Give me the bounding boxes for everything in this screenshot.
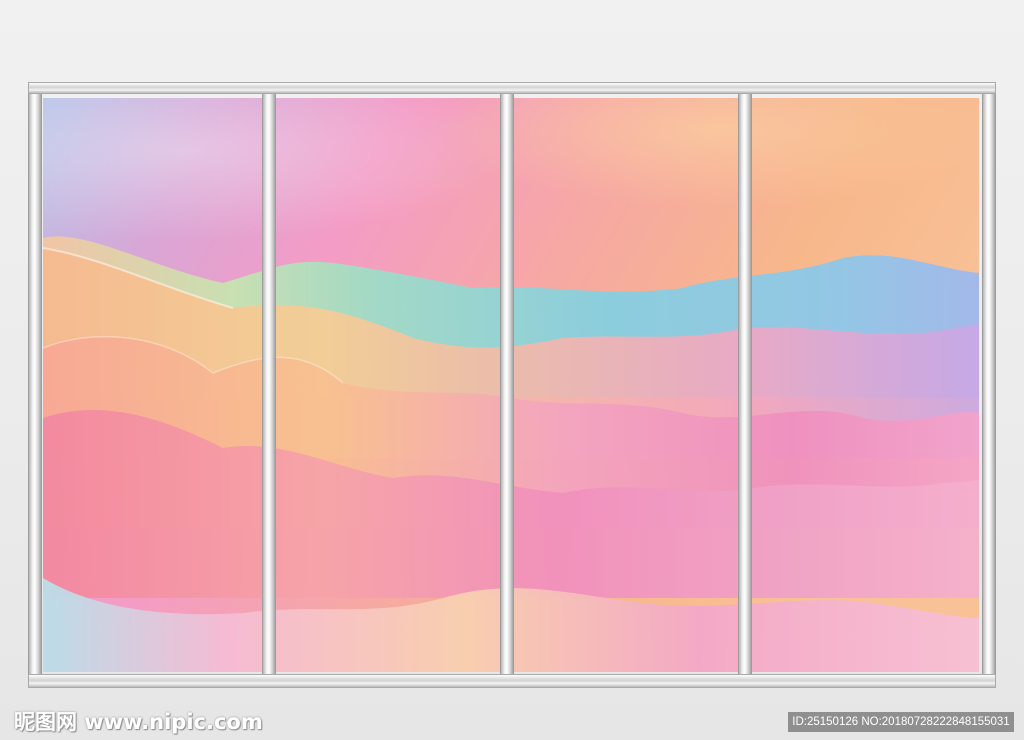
frame-post-2: [262, 94, 276, 674]
frame-post-5: [982, 94, 996, 674]
window-frame: [28, 82, 996, 688]
frame-post-4: [738, 94, 752, 674]
frame-top-rail: [28, 82, 996, 94]
frame-post-3: [500, 94, 514, 674]
nipic-watermark: 昵图网 www.nipic.com: [14, 710, 263, 734]
frame-bottom-rail: [28, 674, 996, 688]
image-id-label: ID:25150126 NO:20180728222848155031: [788, 712, 1014, 732]
frame-post-1: [28, 94, 42, 674]
